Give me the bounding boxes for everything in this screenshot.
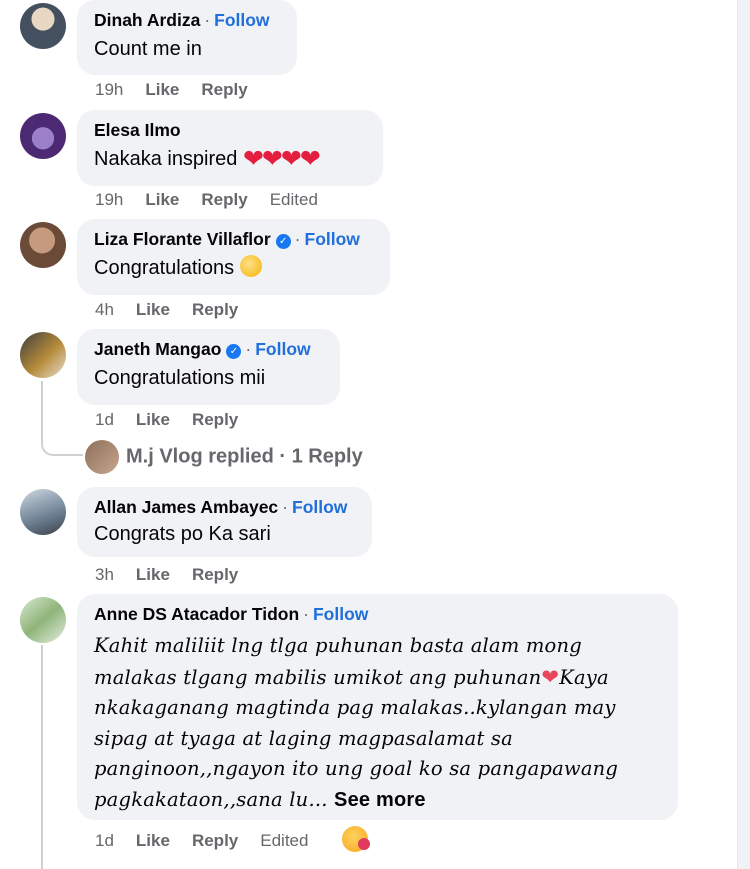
comment-bubble: Allan James Ambayec · Follow Congrats po K… <box>77 487 372 557</box>
comment-actions: 3h Like Reply <box>95 565 260 585</box>
comment-actions: 1d Like Reply <box>95 410 260 430</box>
like-button[interactable]: Like <box>136 831 170 850</box>
edited-label[interactable]: Edited <box>260 831 308 850</box>
comment-time[interactable]: 19h <box>95 190 123 209</box>
comment-time[interactable]: 1d <box>95 831 114 850</box>
see-more-link[interactable]: See more <box>334 789 426 811</box>
follow-button[interactable]: Follow <box>313 604 368 624</box>
separator-dot: · <box>303 604 309 624</box>
broken-heart-emoji-icon: ❤ <box>541 664 560 689</box>
view-replies-link[interactable]: M.j Vlog replied · 1 Reply <box>85 440 363 474</box>
comment-actions: 4h Like Reply <box>95 300 260 320</box>
comment-text: Congrats po Ka sari <box>94 523 271 545</box>
comment-text: Congratulations <box>94 254 372 282</box>
verified-badge-icon: ✓ <box>226 344 242 359</box>
follow-button[interactable]: Follow <box>292 497 347 517</box>
separator-dot: · <box>294 229 301 249</box>
author-name[interactable]: Janeth Mangao <box>94 339 221 359</box>
comment-text: Nakaka inspired ❤❤❤❤ <box>94 145 321 173</box>
avatar[interactable] <box>20 597 66 643</box>
comment-actions: 19h Like Reply Edited <box>95 190 340 210</box>
avatar[interactable] <box>20 222 66 268</box>
author-name[interactable]: Elesa Ilmo <box>94 120 181 140</box>
avatar[interactable] <box>20 113 66 159</box>
like-button[interactable]: Like <box>145 80 179 99</box>
reply-avatar <box>85 440 119 474</box>
reply-button[interactable]: Reply <box>201 190 247 209</box>
follow-button[interactable]: Follow <box>305 229 360 249</box>
separator-dot: · <box>204 10 211 30</box>
comment-bubble: Anne DS Atacador Tidon · Follow Kahit mali… <box>77 594 678 820</box>
author-name[interactable]: Dinah Ardiza <box>94 10 200 30</box>
comment-time[interactable]: 19h <box>95 80 123 99</box>
reply-button[interactable]: Reply <box>192 300 238 319</box>
follow-button[interactable]: Follow <box>255 339 310 359</box>
thread-line <box>41 645 43 869</box>
separator-dot: · <box>282 497 288 517</box>
like-button[interactable]: Like <box>145 190 179 209</box>
clapping-hands-emoji-icon <box>240 255 263 277</box>
follow-button[interactable]: Follow <box>214 10 269 30</box>
face-with-hand-over-mouth-icon[interactable] <box>342 826 370 852</box>
comment-header: Liza Florante Villaflor ✓ · Follow <box>94 228 372 250</box>
author-name[interactable]: Anne DS Atacador Tidon <box>94 604 299 624</box>
comment-actions: 1d Like Reply Edited <box>95 831 330 851</box>
reply-button[interactable]: Reply <box>192 410 238 429</box>
avatar[interactable] <box>20 489 66 535</box>
avatar[interactable] <box>20 332 66 378</box>
comment-text: Congratulations mii <box>94 367 266 389</box>
comment-text: Count me in <box>94 38 202 60</box>
comment-header: Dinah Ardiza · Follow <box>94 9 279 31</box>
author-name[interactable]: Allan James Ambayec <box>94 497 278 517</box>
thread-elbow <box>41 440 83 456</box>
replies-summary[interactable]: M.j Vlog replied · 1 Reply <box>126 445 363 467</box>
comment-time[interactable]: 1d <box>95 410 114 429</box>
thread-line <box>41 381 43 441</box>
reply-button[interactable]: Reply <box>201 80 247 99</box>
comment-header: Elesa Ilmo <box>94 119 365 141</box>
comment-time[interactable]: 3h <box>95 565 114 584</box>
comment-time[interactable]: 4h <box>95 300 114 319</box>
edited-label[interactable]: Edited <box>270 190 318 209</box>
comment-text: Kahit maliliit lng tlga puhunan basta al… <box>94 634 619 811</box>
like-button[interactable]: Like <box>136 300 170 319</box>
comment-bubble: Dinah Ardiza · Follow Count me in <box>77 0 297 75</box>
comment-bubble: Liza Florante Villaflor ✓ · Follow Congratu… <box>77 219 390 295</box>
avatar[interactable] <box>20 3 66 49</box>
comment-header: Anne DS Atacador Tidon · Follow <box>94 603 660 625</box>
like-button[interactable]: Like <box>136 410 170 429</box>
comment-bubble: Janeth Mangao ✓ · Follow Congratulations mi… <box>77 329 340 405</box>
author-name[interactable]: Liza Florante Villaflor <box>94 229 271 249</box>
comment-actions: 19h Like Reply <box>95 80 270 100</box>
comment-header: Janeth Mangao ✓ · Follow <box>94 338 322 360</box>
comment-bubble: Elesa Ilmo Nakaka inspired ❤❤❤❤ <box>77 110 383 186</box>
separator-dot: · <box>245 339 252 359</box>
comment-header: Allan James Ambayec · Follow <box>94 496 354 518</box>
verified-badge-icon: ✓ <box>275 234 291 249</box>
like-button[interactable]: Like <box>136 565 170 584</box>
vertical-scrollbar[interactable] <box>737 0 750 869</box>
reply-button[interactable]: Reply <box>192 565 238 584</box>
heart-emoji-icon: ❤❤❤❤ <box>242 145 321 173</box>
reply-button[interactable]: Reply <box>192 831 238 850</box>
